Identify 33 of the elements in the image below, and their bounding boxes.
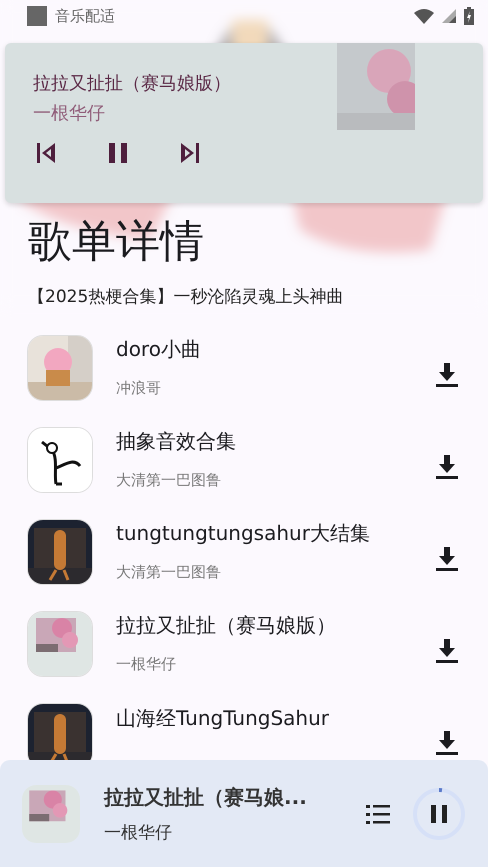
download-icon xyxy=(436,363,458,387)
pause-icon xyxy=(431,804,447,822)
song-artist: 大清第一巴图鲁 xyxy=(116,563,222,582)
download-button[interactable] xyxy=(434,361,460,389)
song-artist: 冲浪哥 xyxy=(116,379,162,398)
song-title: 拉拉又扯扯（赛马娘版） xyxy=(116,612,337,639)
song-title: 山海经TungTungSahur xyxy=(116,704,330,732)
song-artist: 大清第一巴图鲁 xyxy=(116,471,222,490)
download-button[interactable] xyxy=(434,545,460,573)
numbered-list-icon xyxy=(366,804,390,824)
song-title: doro小曲 xyxy=(116,336,202,363)
download-icon xyxy=(436,455,458,479)
download-icon xyxy=(436,547,458,571)
download-button[interactable] xyxy=(434,453,460,481)
download-button[interactable] xyxy=(434,637,460,665)
now-playing-artist: 一根华仔 xyxy=(104,822,173,844)
song-title: 抽象音效合集 xyxy=(116,428,237,455)
app-label: 音乐配适 xyxy=(55,6,116,26)
download-button[interactable] xyxy=(434,729,460,757)
notification-artist: 一根华仔 xyxy=(33,102,106,125)
app-icon xyxy=(27,6,47,26)
battery-icon xyxy=(464,7,474,25)
page-title: 歌单详情 xyxy=(28,215,205,269)
now-playing-title: 拉拉又扯扯（赛马娘... xyxy=(104,784,308,810)
signal-icon xyxy=(442,9,456,23)
wifi-icon xyxy=(414,8,434,24)
download-icon xyxy=(436,731,458,755)
song-title: tungtungtungsahur大结集 xyxy=(116,520,371,547)
song-artist: 一根华仔 xyxy=(116,655,177,674)
download-icon xyxy=(436,639,458,663)
pause-button[interactable] xyxy=(412,786,466,840)
notification-title: 拉拉又扯扯（赛马娘版） xyxy=(33,72,231,95)
playlist-name: 【2025热梗合集】一秒沦陷灵魂上头神曲 xyxy=(28,286,344,308)
